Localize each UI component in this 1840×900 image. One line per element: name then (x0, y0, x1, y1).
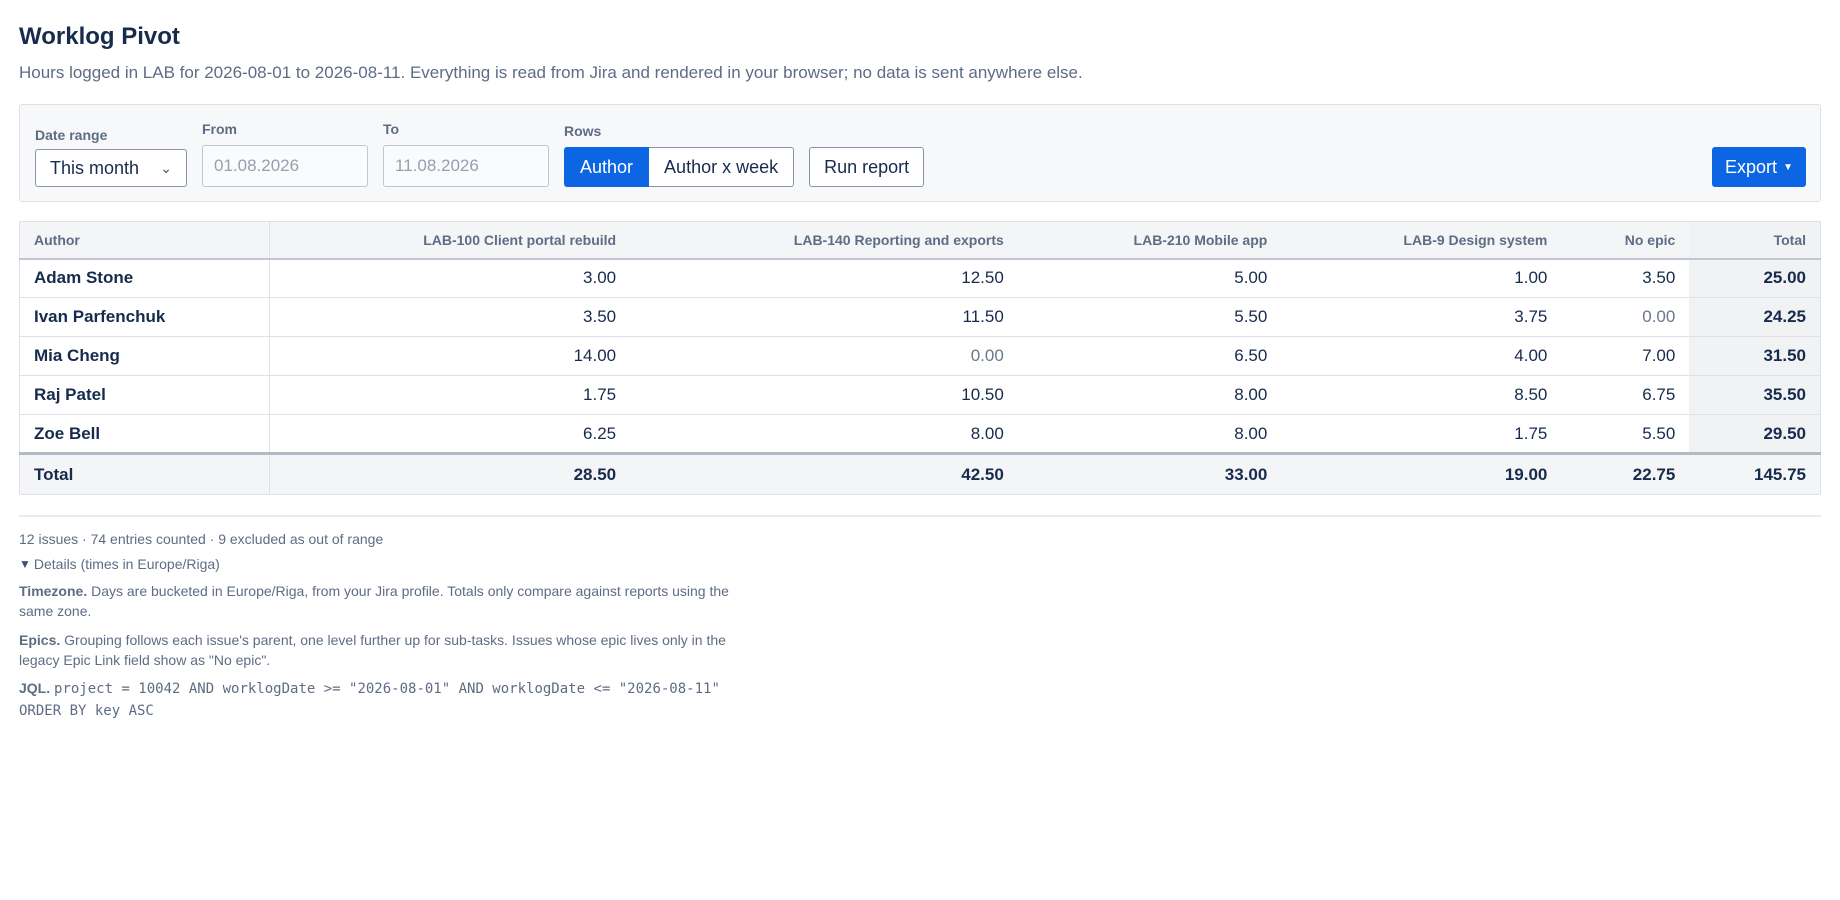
author-cell: Adam Stone (19, 258, 270, 298)
column-total-cell: 42.50 (630, 452, 1018, 495)
table-header-row: Author LAB-100 Client portal rebuild LAB… (19, 221, 1821, 260)
grand-total-cell: 145.75 (1689, 452, 1821, 495)
hours-cell: 6.25 (269, 414, 631, 454)
hours-cell: 8.00 (1017, 375, 1282, 415)
row-total-cell: 29.50 (1689, 414, 1821, 454)
worklog-pivot-page: Worklog Pivot Hours logged in LAB for 20… (0, 0, 1840, 722)
hours-cell: 6.75 (1561, 375, 1690, 415)
details-label: Details (times in Europe/Riga) (33, 556, 220, 572)
column-total-cell: 28.50 (269, 452, 631, 495)
column-header-epic[interactable]: LAB-9 Design system (1281, 221, 1562, 260)
details-toggle[interactable]: ▼ Details (times in Europe/Riga) (19, 556, 1821, 572)
author-cell: Zoe Bell (19, 414, 270, 454)
hours-cell: 0.00 (630, 336, 1018, 376)
epics-note: Epics. Grouping follows each issue's par… (19, 630, 739, 670)
table-row: Adam Stone 3.00 12.50 5.00 1.00 3.50 25.… (19, 258, 1821, 298)
row-total-cell: 25.00 (1689, 258, 1821, 298)
caret-down-icon: ▼ (1783, 161, 1793, 173)
hours-cell: 3.50 (1561, 258, 1690, 298)
author-cell: Mia Cheng (19, 336, 270, 376)
rows-field: Rows Author Author x week (564, 123, 795, 187)
epics-title: Epics. (19, 632, 61, 648)
hours-cell: 8.50 (1281, 375, 1562, 415)
date-range-label: Date range (35, 127, 108, 143)
hours-cell: 5.00 (1017, 258, 1282, 298)
page-title: Worklog Pivot (19, 23, 180, 50)
date-range-value: This month (50, 157, 140, 178)
hours-cell: 8.00 (1017, 414, 1282, 454)
from-label: From (202, 121, 237, 137)
hours-cell: 3.00 (269, 258, 631, 298)
row-total-cell: 35.50 (1689, 375, 1821, 415)
row-total-cell: 24.25 (1689, 297, 1821, 337)
column-header-total[interactable]: Total (1689, 221, 1821, 260)
triangle-down-icon: ▼ (19, 557, 31, 571)
row-total-cell: 31.50 (1689, 336, 1821, 376)
from-date-input[interactable]: 01.08.2026 (202, 145, 368, 187)
timezone-text: Days are bucketed in Europe/Riga, from y… (19, 583, 729, 619)
rows-segmented-control: Author Author x week (564, 147, 795, 187)
column-total-cell: 19.00 (1281, 452, 1562, 495)
hours-cell: 0.00 (1561, 297, 1690, 337)
jql-note: JQL. project = 10042 AND worklogDate >= … (19, 678, 749, 722)
author-cell: Raj Patel (19, 375, 270, 415)
timezone-note: Timezone. Days are bucketed in Europe/Ri… (19, 581, 739, 621)
column-header-epic[interactable]: LAB-140 Reporting and exports (630, 221, 1018, 260)
chevron-down-icon: ⌄ (160, 159, 172, 176)
page-subtitle: Hours logged in LAB for 2026-08-01 to 20… (19, 63, 1083, 82)
hours-cell: 1.00 (1281, 258, 1562, 298)
table-row: Ivan Parfenchuk 3.50 11.50 5.50 3.75 0.0… (19, 297, 1821, 337)
hours-cell: 1.75 (269, 375, 631, 415)
report-stats: 12 issues · 74 entries counted · 9 exclu… (19, 531, 384, 547)
hours-cell: 3.75 (1281, 297, 1562, 337)
hours-cell: 8.00 (630, 414, 1018, 454)
from-field: From 01.08.2026 (202, 121, 368, 187)
run-report-button[interactable]: Run report (809, 147, 925, 187)
hours-cell: 12.50 (630, 258, 1018, 298)
export-label: Export (1725, 156, 1778, 177)
table-row: Zoe Bell 6.25 8.00 8.00 1.75 5.50 29.50 (19, 414, 1821, 454)
export-button[interactable]: Export ▼ (1712, 147, 1806, 187)
report-toolbar: Date range This month ⌄ From 01.08.2026 … (19, 104, 1821, 202)
hours-cell: 7.00 (1561, 336, 1690, 376)
table-row: Raj Patel 1.75 10.50 8.00 8.50 6.75 35.5… (19, 375, 1821, 415)
to-date-input[interactable]: 11.08.2026 (383, 145, 549, 187)
date-range-field: Date range This month ⌄ (35, 127, 187, 187)
hours-cell: 5.50 (1017, 297, 1282, 337)
hours-cell: 5.50 (1561, 414, 1690, 454)
divider (19, 515, 1821, 517)
column-total-cell: 33.00 (1017, 452, 1282, 495)
hours-cell: 6.50 (1017, 336, 1282, 376)
totals-row: Total 28.50 42.50 33.00 19.00 22.75 145.… (19, 452, 1821, 495)
column-header-epic[interactable]: LAB-100 Client portal rebuild (269, 221, 631, 260)
author-cell: Ivan Parfenchuk (19, 297, 270, 337)
to-label: To (383, 121, 400, 137)
column-total-cell: 22.75 (1561, 452, 1690, 495)
column-header-author[interactable]: Author (19, 221, 270, 260)
epics-text: Grouping follows each issue's parent, on… (19, 632, 726, 668)
table-row: Mia Cheng 14.00 0.00 6.50 4.00 7.00 31.5… (19, 336, 1821, 376)
rows-author-week-button[interactable]: Author x week (649, 147, 795, 187)
column-header-epic[interactable]: LAB-210 Mobile app (1017, 221, 1282, 260)
hours-cell: 14.00 (269, 336, 631, 376)
jql-title: JQL. (19, 680, 51, 696)
rows-author-button[interactable]: Author (564, 147, 650, 187)
hours-cell: 11.50 (630, 297, 1018, 337)
hours-cell: 10.50 (630, 375, 1018, 415)
rows-label: Rows (564, 123, 602, 139)
jql-query: project = 10042 AND worklogDate >= "2026… (19, 681, 720, 719)
totals-label: Total (19, 452, 270, 495)
date-range-select[interactable]: This month ⌄ (35, 149, 187, 187)
hours-cell: 4.00 (1281, 336, 1562, 376)
column-header-no-epic[interactable]: No epic (1561, 221, 1690, 260)
to-field: To 11.08.2026 (383, 121, 549, 187)
timezone-title: Timezone. (19, 583, 88, 599)
hours-cell: 3.50 (269, 297, 631, 337)
hours-cell: 1.75 (1281, 414, 1562, 454)
pivot-table: Author LAB-100 Client portal rebuild LAB… (19, 221, 1821, 495)
